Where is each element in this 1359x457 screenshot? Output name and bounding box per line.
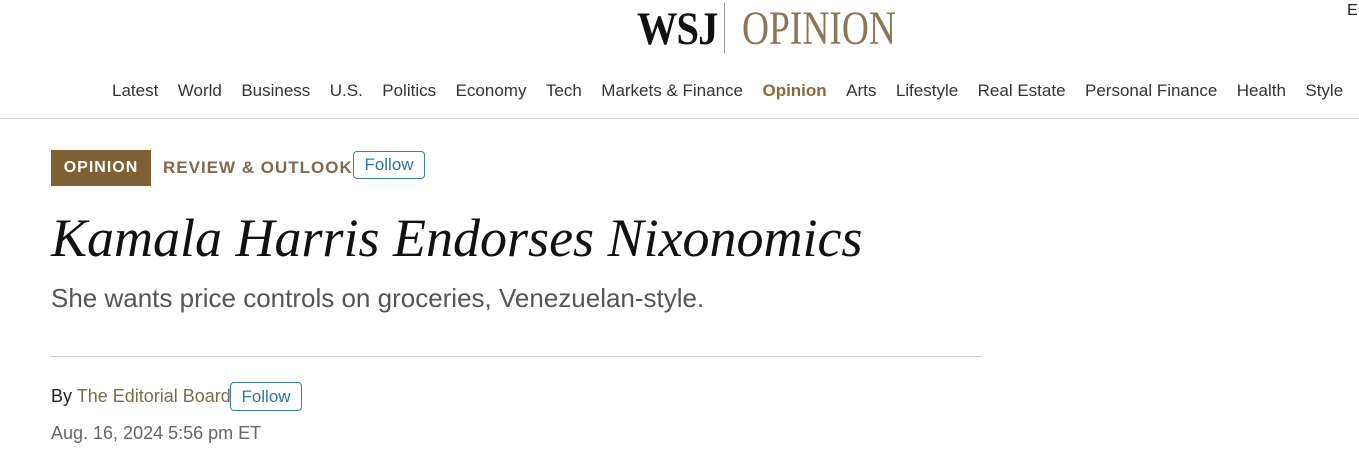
byline-divider <box>51 356 981 357</box>
nav-item-world[interactable]: World <box>178 79 222 103</box>
nav-item-business[interactable]: Business <box>241 79 310 103</box>
opinion-flag[interactable]: OPINION <box>51 150 151 186</box>
byline-prefix: By <box>51 386 73 406</box>
nav-item-tech[interactable]: Tech <box>546 79 582 103</box>
masthead: WSJ OPINION E <box>0 0 1359 60</box>
nav-item-arts[interactable]: Arts <box>846 79 876 103</box>
nav-item-lifestyle[interactable]: Lifestyle <box>896 79 958 103</box>
author-link[interactable]: The Editorial Board <box>77 386 231 406</box>
follow-column-button[interactable]: Follow <box>353 151 425 179</box>
opinion-section-logo[interactable]: OPINION <box>742 4 896 54</box>
nav-divider <box>0 118 1359 119</box>
section-nav: Latest World Business U.S. Politics Econ… <box>112 79 1359 103</box>
byline: By The Editorial Board <box>51 385 231 407</box>
publish-timestamp: Aug. 16, 2024 5:56 pm ET <box>51 423 262 443</box>
nav-item-real-estate[interactable]: Real Estate <box>978 79 1066 103</box>
nav-item-opinion[interactable]: Opinion <box>762 79 826 103</box>
nav-item-markets-finance[interactable]: Markets & Finance <box>601 79 743 103</box>
nav-item-economy[interactable]: Economy <box>456 79 527 103</box>
nav-item-politics[interactable]: Politics <box>382 79 436 103</box>
nav-item-latest[interactable]: Latest <box>112 79 158 103</box>
nav-item-personal-finance[interactable]: Personal Finance <box>1085 79 1217 103</box>
nav-item-us[interactable]: U.S. <box>330 79 363 103</box>
column-label[interactable]: REVIEW & OUTLOOK <box>163 157 353 179</box>
article-headline: Kamala Harris Endorses Nixonomics <box>51 208 863 268</box>
edition-menu-cropped[interactable]: E <box>1347 2 1358 20</box>
wsj-logo[interactable]: WSJ <box>637 4 718 54</box>
follow-author-button[interactable]: Follow <box>230 382 302 411</box>
article-dek: She wants price controls on groceries, V… <box>51 283 705 313</box>
nav-item-health[interactable]: Health <box>1237 79 1286 103</box>
masthead-divider <box>724 3 725 53</box>
nav-item-style[interactable]: Style <box>1305 79 1343 103</box>
